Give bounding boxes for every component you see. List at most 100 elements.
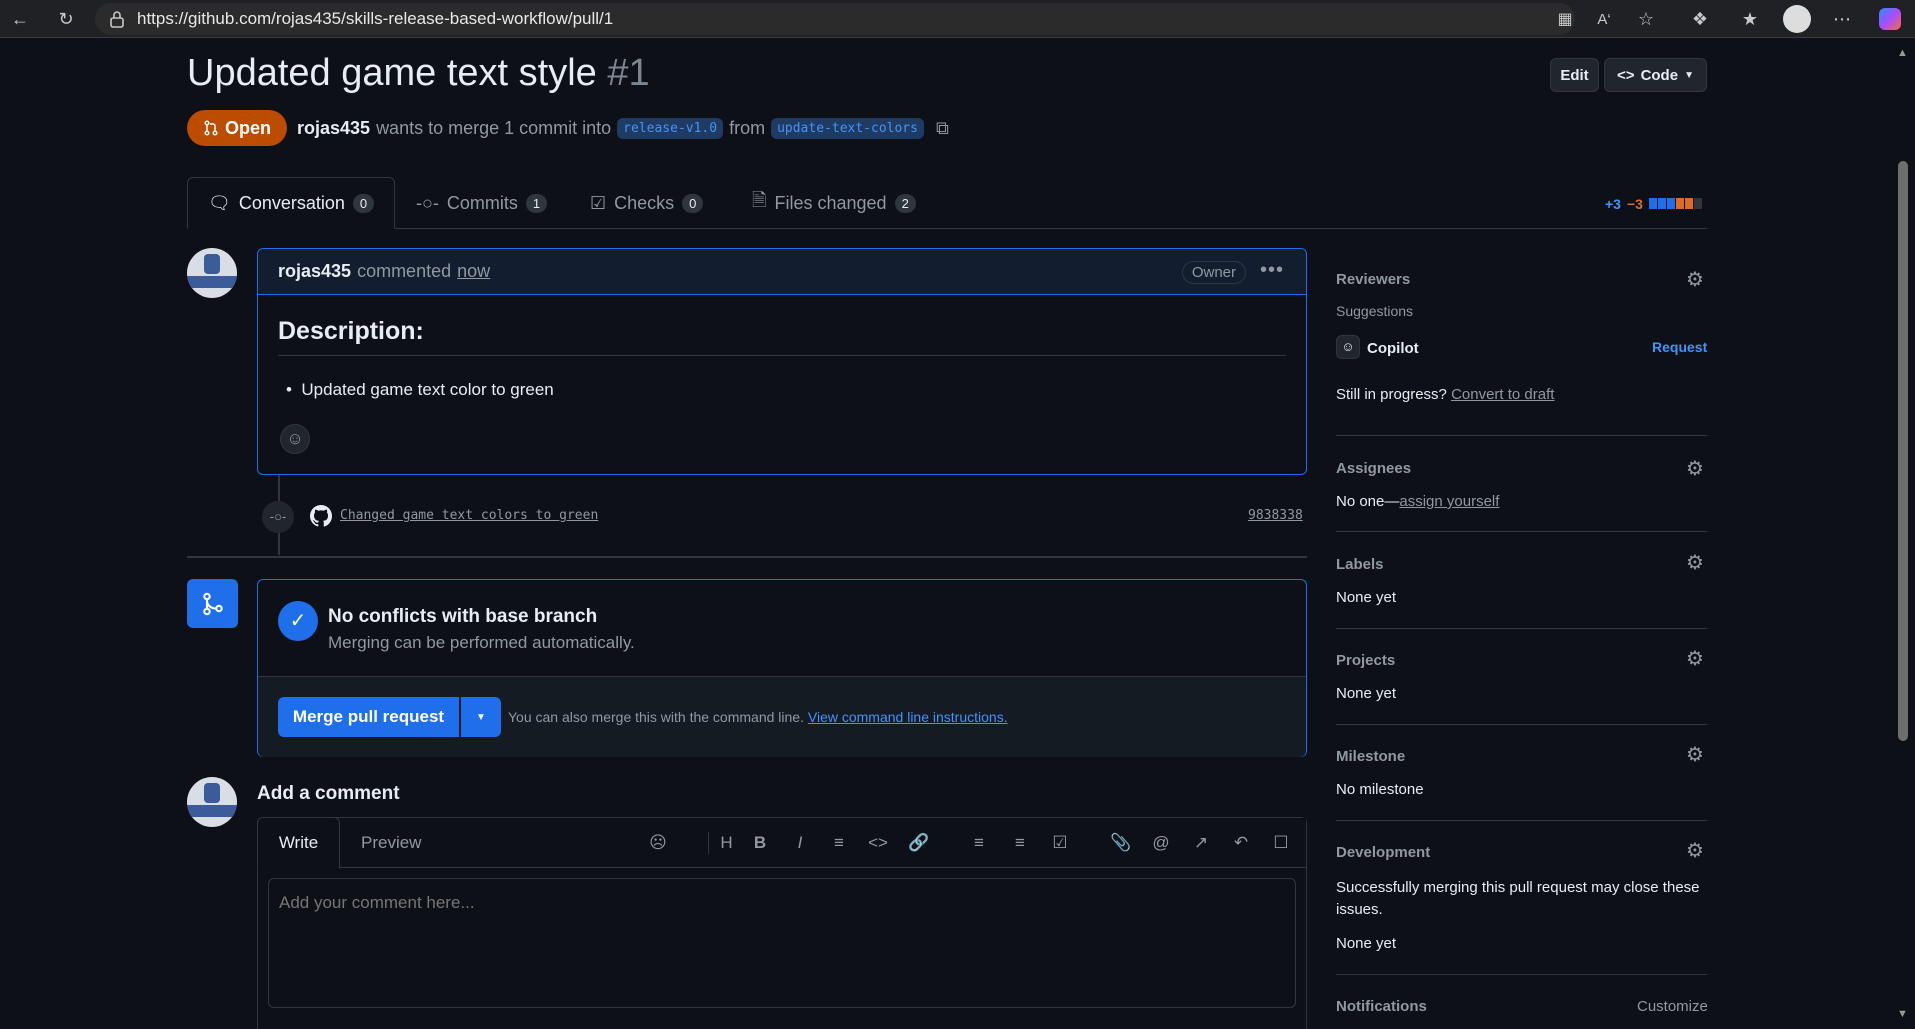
comment-heading: Description: — [278, 317, 424, 345]
copilot-browser-icon[interactable] — [1876, 5, 1904, 33]
command-line-instructions-link[interactable]: View command line instructions. — [808, 709, 1008, 725]
commit-message-link[interactable]: Changed game text colors to green — [340, 508, 598, 523]
labels-heading[interactable]: Labels — [1336, 556, 1384, 573]
comment-discussion-icon: 🗨 — [208, 192, 231, 213]
read-aloud-icon[interactable]: A‘ — [1590, 5, 1618, 33]
kebab-menu-icon[interactable]: ••• — [1260, 259, 1284, 282]
back-icon[interactable]: ← — [6, 5, 34, 33]
commit-sha-link[interactable]: 9838338 — [1248, 508, 1303, 523]
paperclip-icon[interactable]: 📎 — [1110, 832, 1132, 854]
reviewers-gear-icon[interactable]: ⚙ — [1685, 270, 1705, 290]
reviewers-heading[interactable]: Reviewers — [1336, 271, 1410, 288]
comment-card: rojas435 commented now Owner ••• Descrip… — [257, 248, 1307, 475]
tab-label: Checks — [614, 192, 675, 213]
code-icon[interactable]: <> — [867, 832, 889, 854]
diffstat: +3 −3 — [1605, 196, 1703, 212]
address-bar[interactable]: https://github.com/rojas435/skills-relea… — [95, 3, 1575, 35]
timeline-divider — [187, 556, 1307, 558]
tab-count: 0 — [682, 193, 704, 213]
quote-icon[interactable]: ≡ — [828, 832, 850, 854]
favorites-icon[interactable]: ★ — [1736, 5, 1764, 33]
avatar[interactable] — [187, 248, 237, 298]
base-branch[interactable]: release-v1.0 — [617, 118, 724, 139]
browser-toolbar: ← ↻ https://github.com/rojas435/skills-r… — [0, 0, 1915, 38]
notifications-heading: Notifications — [1336, 998, 1427, 1015]
request-review-button[interactable]: Request — [1652, 339, 1707, 355]
assignees-heading[interactable]: Assignees — [1336, 460, 1411, 477]
unordered-list-icon[interactable]: ≡ — [1009, 832, 1031, 854]
commit-icon: -○- — [262, 501, 294, 533]
tab-count: 1 — [525, 193, 548, 213]
comment-textarea[interactable] — [268, 878, 1296, 1008]
status-label: Open — [224, 117, 271, 138]
head-branch[interactable]: update-text-colors — [771, 118, 924, 139]
add-reaction-icon[interactable]: ☺ — [280, 424, 310, 454]
reply-icon[interactable]: ↶ — [1230, 832, 1252, 854]
numbered-list-icon[interactable]: ≡ — [968, 832, 990, 854]
tab-write[interactable]: Write — [257, 817, 340, 869]
merge-status-subtitle: Merging can be performed automatically. — [328, 633, 635, 652]
status-badge: Open — [187, 110, 287, 146]
task-list-icon[interactable]: ☑ — [1049, 832, 1071, 854]
page-scrollbar[interactable]: ▲ ▼ — [1893, 45, 1913, 1029]
favorite-star-icon[interactable]: ☆ — [1632, 5, 1660, 33]
milestone-gear-icon[interactable]: ⚙ — [1685, 745, 1705, 765]
pr-number: #1 — [607, 52, 650, 94]
labels-value: None yet — [1336, 589, 1397, 606]
refresh-icon[interactable]: ↻ — [52, 5, 80, 33]
merge-pull-request-button[interactable]: Merge pull request — [278, 697, 459, 737]
mention-icon[interactable]: @ — [1150, 832, 1172, 854]
customize-link[interactable]: Customize — [1637, 998, 1708, 1015]
development-gear-icon[interactable]: ⚙ — [1685, 841, 1705, 861]
copilot-reviewer: Copilot — [1367, 340, 1419, 357]
tab-commits[interactable]: -○- Commits 1 — [416, 177, 548, 229]
profile-avatar-icon[interactable] — [1783, 5, 1811, 33]
comment-action: commented — [357, 261, 452, 281]
assign-yourself-link[interactable]: assign yourself — [1399, 493, 1499, 510]
tab-files-changed[interactable]: 🗎 Files changed 2 — [752, 177, 916, 229]
convert-to-draft-link[interactable]: Convert to draft — [1451, 386, 1554, 403]
merge-text: wants to merge 1 commit into — [376, 118, 612, 138]
bold-icon[interactable]: B — [749, 832, 771, 854]
tab-checks[interactable]: ☑ Checks 0 — [590, 177, 704, 229]
italic-icon[interactable]: I — [789, 832, 811, 854]
comment-header: rojas435 commented now Owner ••• — [258, 249, 1306, 295]
tab-conversation[interactable]: 🗨 Conversation 0 — [187, 177, 396, 229]
code-button[interactable]: <> Code ▼ — [1604, 58, 1707, 92]
pr-title: Updated game text style — [187, 52, 597, 94]
extensions-icon[interactable]: ❖ — [1686, 5, 1714, 33]
projects-value: None yet — [1336, 685, 1397, 702]
app-available-icon[interactable]: ▦ — [1551, 5, 1579, 33]
draft-note: Still in progress? Convert to draft — [1336, 386, 1554, 403]
tab-count: 2 — [894, 193, 916, 213]
add-comment-heading: Add a comment — [257, 783, 400, 804]
avatar — [187, 777, 237, 827]
milestone-value: No milestone — [1336, 781, 1424, 798]
milestone-heading[interactable]: Milestone — [1336, 748, 1405, 765]
divider — [1336, 531, 1707, 532]
development-heading[interactable]: Development — [1336, 844, 1430, 861]
labels-gear-icon[interactable]: ⚙ — [1685, 553, 1705, 573]
comment-author[interactable]: rojas435 — [278, 261, 351, 282]
edit-button[interactable]: Edit — [1550, 58, 1599, 92]
tab-preview[interactable]: Preview — [361, 818, 421, 868]
link-icon[interactable]: 🔗 — [908, 832, 930, 854]
copilot-icon[interactable]: ☹ — [647, 832, 669, 854]
code-label: Code — [1640, 66, 1679, 84]
github-logo-icon — [310, 505, 332, 527]
slash-command-icon[interactable]: ☐ — [1270, 832, 1292, 854]
merge-status-title: No conflicts with base branch — [328, 606, 598, 627]
pull-request-icon — [204, 120, 218, 136]
assignees-gear-icon[interactable]: ⚙ — [1685, 459, 1705, 479]
heading-icon[interactable]: H — [708, 832, 738, 854]
projects-gear-icon[interactable]: ⚙ — [1685, 649, 1705, 669]
cross-reference-icon[interactable]: ↗ — [1190, 832, 1212, 854]
merge-options-dropdown[interactable]: ▼ — [461, 697, 501, 737]
author-link[interactable]: rojas435 — [297, 118, 370, 139]
more-options-icon[interactable]: ⋯ — [1828, 5, 1856, 33]
comment-time[interactable]: now — [457, 261, 490, 282]
copy-icon[interactable]: ⧉ — [936, 118, 949, 139]
no-one-text: No one— — [1336, 493, 1400, 510]
merge-icon — [187, 579, 238, 628]
projects-heading[interactable]: Projects — [1336, 652, 1395, 669]
